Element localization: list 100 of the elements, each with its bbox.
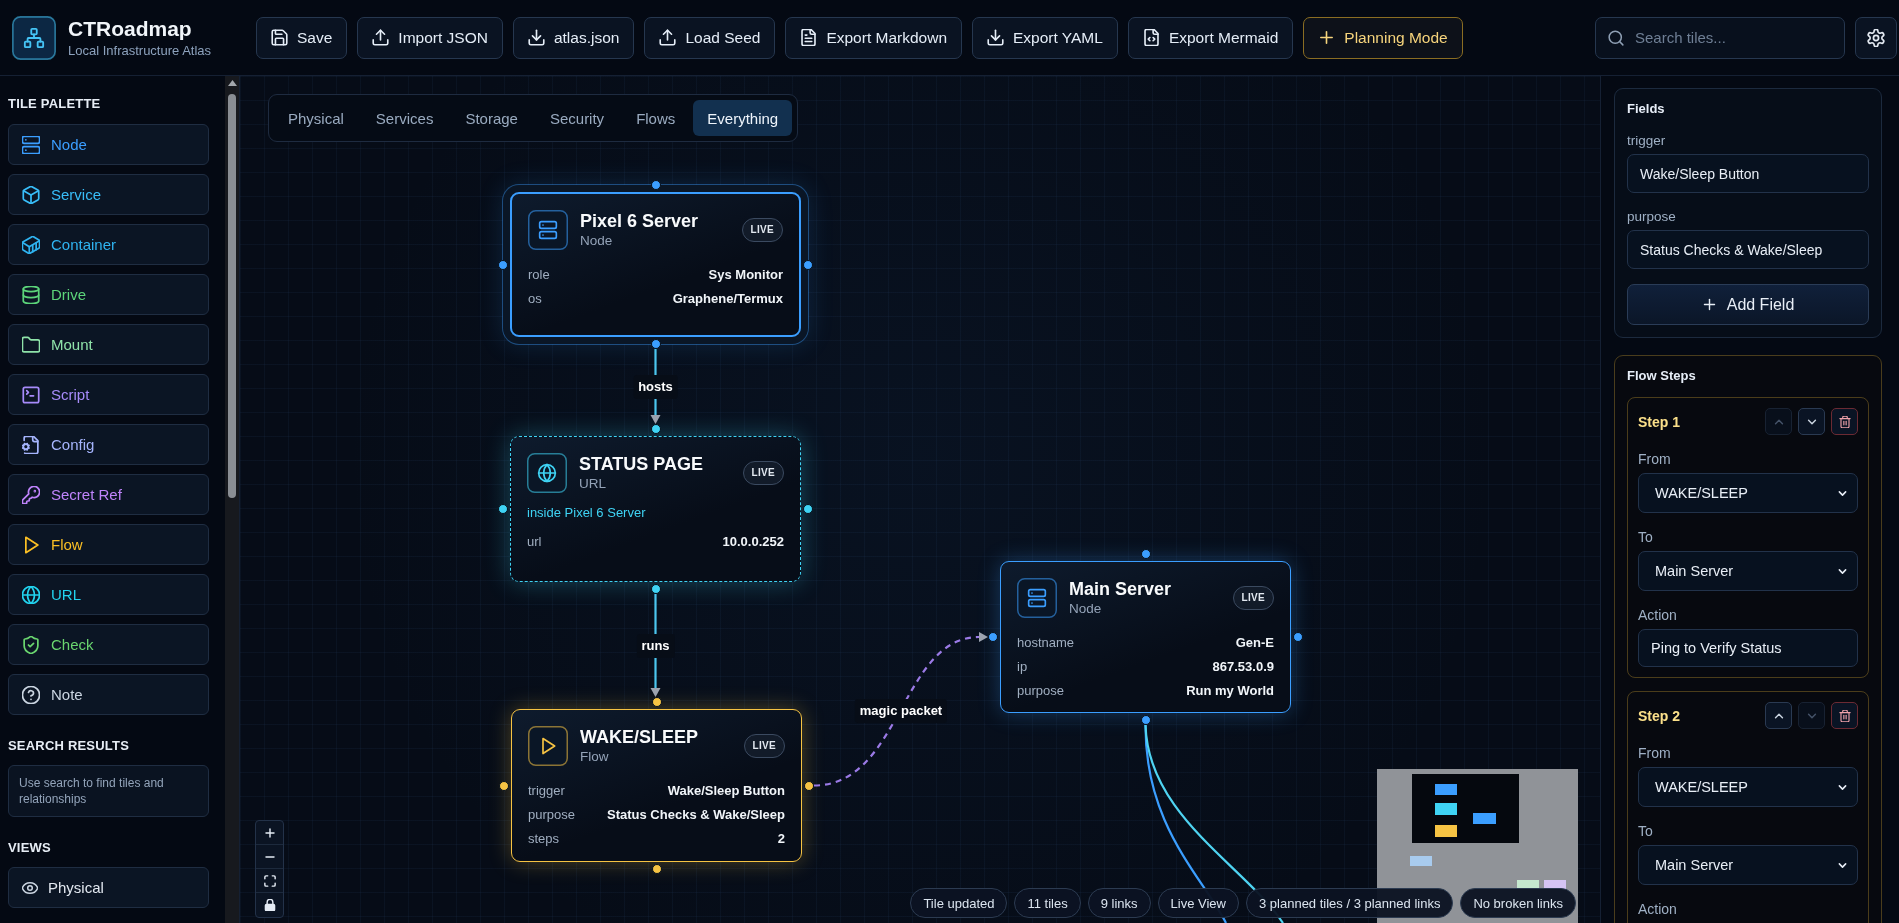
toolbar-button[interactable]: atlas.json — [512, 16, 635, 59]
view-tab[interactable]: Physical — [274, 100, 358, 136]
palette-item[interactable]: Container — [8, 224, 209, 265]
connection-handle[interactable] — [498, 504, 508, 514]
section-heading: VIEWS — [8, 839, 52, 857]
node-card[interactable]: STATUS PAGE URL LIVE inside Pixel 6 Server url 10.0.0.252 — [510, 436, 801, 582]
view-tab[interactable]: Everything — [693, 100, 793, 136]
toolbar-button[interactable]: Export Mermaid — [1127, 16, 1294, 59]
app-title: CTRoadmap — [68, 16, 193, 41]
settings-button[interactable] — [1855, 16, 1897, 59]
add-field-button[interactable]: Add Field — [1627, 284, 1869, 325]
connection-handle[interactable] — [1140, 715, 1151, 725]
delete-button[interactable] — [1831, 702, 1858, 729]
field-value: 10.0.0.252 — [722, 533, 784, 549]
toolbar-button[interactable]: Export YAML — [972, 16, 1118, 59]
connection-handle[interactable] — [650, 424, 661, 434]
dropdown[interactable]: Main Server — [1638, 551, 1858, 591]
scrollbar-thumb[interactable] — [228, 94, 236, 498]
minimap-tile — [1473, 813, 1496, 824]
palette-item[interactable]: Note — [8, 674, 209, 715]
connection-handle[interactable] — [803, 259, 813, 270]
view-item[interactable]: Physical — [8, 867, 209, 908]
search-icon — [1608, 29, 1624, 46]
view-tab[interactable]: Flows — [622, 100, 690, 136]
connection-handle[interactable] — [498, 259, 508, 270]
field-label: Action — [1638, 902, 1678, 917]
toolbar-button[interactable]: Import JSON — [357, 16, 503, 59]
connection-handle[interactable] — [650, 339, 661, 349]
connection-handle[interactable] — [499, 780, 509, 791]
view-tab[interactable]: Storage — [451, 100, 532, 136]
palette-item[interactable]: Check — [8, 624, 209, 665]
palette-item[interactable]: URL — [8, 574, 209, 615]
plus-icon — [1318, 29, 1336, 46]
connection-handle[interactable] — [803, 504, 813, 514]
palette-item[interactable]: Mount — [8, 324, 209, 365]
section-heading: SEARCH RESULTS — [8, 737, 130, 755]
toolbar-button[interactable]: Planning Mode — [1303, 16, 1463, 59]
dropdown[interactable]: WAKE/SLEEP — [1638, 767, 1858, 807]
field-label: Action — [1638, 608, 1678, 623]
connection-handle[interactable] — [1293, 632, 1303, 642]
node-title: Pixel 6 Server — [580, 211, 700, 232]
step-title: Step 1 — [1638, 413, 1680, 430]
connection-handle[interactable] — [988, 632, 998, 642]
plus-icon — [1701, 297, 1717, 312]
minimap-tile — [1410, 856, 1432, 866]
globe-icon — [527, 453, 567, 493]
toolbar-button[interactable]: Save — [256, 16, 348, 59]
move-down-button[interactable] — [1798, 408, 1825, 435]
status-indicator: Live View — [1157, 888, 1239, 918]
field-key: ip — [1017, 658, 1028, 674]
palette-item[interactable]: Flow — [8, 524, 209, 565]
text-input[interactable]: Ping to Verify Status — [1638, 629, 1858, 667]
field-key: url — [527, 533, 542, 549]
view-tab[interactable]: Security — [535, 100, 619, 136]
toolbar-button[interactable]: Load Seed — [644, 16, 776, 59]
palette-item[interactable]: Drive — [8, 274, 209, 315]
connection-handle[interactable] — [804, 780, 814, 791]
connection-handle[interactable] — [650, 584, 661, 594]
search-field[interactable]: Search tiles... — [1595, 16, 1845, 59]
connection-handle[interactable] — [1140, 549, 1151, 559]
field-label: From — [1638, 452, 1672, 467]
field-key: purpose — [528, 806, 575, 822]
field-label: purpose — [1627, 209, 1677, 224]
field-key: hostname — [1017, 634, 1075, 650]
status-indicator: 11 tiles — [1014, 888, 1081, 918]
palette-item[interactable]: Script — [8, 374, 209, 415]
card-title: Fields — [1627, 101, 1666, 117]
trash-icon — [1838, 709, 1851, 722]
field-key: steps — [528, 830, 560, 846]
palette-item[interactable]: Config — [8, 424, 209, 465]
status-indicator: No broken links — [1460, 888, 1576, 918]
edge-label: runs — [636, 633, 675, 658]
node-title: STATUS PAGE — [579, 454, 704, 475]
scroll-up-icon[interactable] — [227, 80, 237, 86]
text-input[interactable]: Wake/Sleep Button — [1627, 154, 1869, 193]
status-badge: LIVE — [742, 461, 784, 485]
field-value: 867.53.0.9 — [1212, 658, 1274, 674]
node-card[interactable]: WAKE/SLEEP Flow LIVE trigger Wake/Sleep Button purpose Status Checks & Wake/Sleep steps 2 — [511, 709, 802, 862]
download-icon — [527, 29, 545, 46]
connection-handle[interactable] — [651, 864, 662, 874]
code-file-icon — [1142, 29, 1160, 46]
connection-handle[interactable] — [650, 180, 661, 190]
text-input[interactable]: Status Checks & Wake/Sleep — [1627, 230, 1869, 269]
palette-item[interactable]: Secret Ref — [8, 474, 209, 515]
status-indicator: 3 planned tiles / 3 planned links — [1246, 888, 1454, 918]
download-icon — [987, 29, 1004, 46]
move-up-button[interactable] — [1765, 702, 1792, 729]
delete-button[interactable] — [1831, 408, 1858, 435]
dropdown[interactable]: Main Server — [1638, 845, 1858, 885]
dropdown[interactable]: WAKE/SLEEP — [1638, 473, 1858, 513]
field-value: Graphene/Termux — [672, 290, 783, 306]
field-value: Sys Monitor — [708, 266, 783, 282]
status-badge: LIVE — [1232, 586, 1274, 610]
palette-item[interactable]: Service — [8, 174, 209, 215]
palette-item[interactable]: Node — [8, 124, 209, 165]
node-card[interactable]: Main Server Node LIVE hostname Gen-E ip 867.53.0.9 purpose Run my World — [1000, 561, 1291, 713]
connection-handle[interactable] — [651, 697, 662, 707]
toolbar-button[interactable]: Export Markdown — [785, 16, 962, 59]
view-tab[interactable]: Services — [361, 100, 448, 136]
server-icon — [1017, 578, 1057, 618]
